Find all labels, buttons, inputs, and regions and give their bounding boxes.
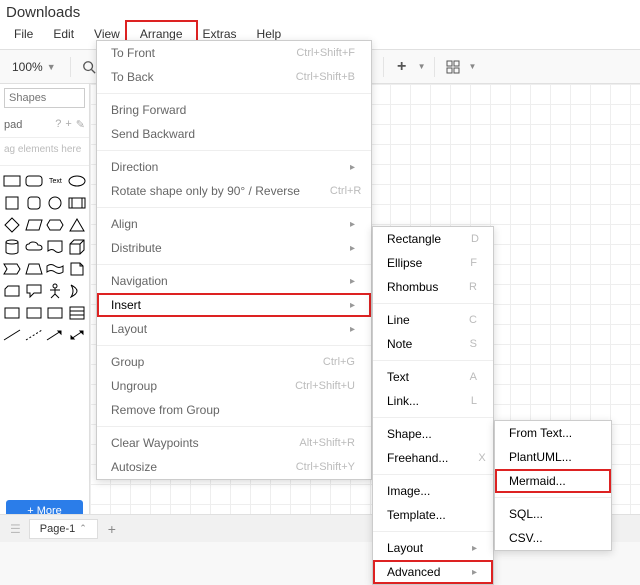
insert-shape[interactable]: Shape... bbox=[373, 422, 493, 446]
menu-file[interactable]: File bbox=[4, 23, 43, 45]
menu-insert[interactable]: Insert▸ bbox=[97, 293, 371, 317]
arrange-menu: To FrontCtrl+Shift+F To BackCtrl+Shift+B… bbox=[96, 40, 372, 480]
insert-layout[interactable]: Layout▸ bbox=[373, 536, 493, 560]
edit-icon[interactable]: ✎ bbox=[76, 118, 85, 131]
menu-bring-forward[interactable]: Bring Forward bbox=[97, 98, 371, 122]
shape-document[interactable] bbox=[46, 238, 66, 256]
chevron-down-icon: ▼ bbox=[469, 62, 477, 71]
shape-cloud[interactable] bbox=[24, 238, 44, 256]
shape-rect[interactable] bbox=[2, 172, 22, 190]
shape-or[interactable] bbox=[67, 282, 87, 300]
shape-rhombus[interactable] bbox=[2, 216, 22, 234]
tab-label: Page-1 bbox=[40, 523, 75, 535]
chevron-up-icon: ⌃ bbox=[79, 523, 87, 534]
shape-line[interactable] bbox=[2, 326, 22, 344]
menu-rotate[interactable]: Rotate shape only by 90° / ReverseCtrl+R bbox=[97, 179, 371, 203]
chevron-down-icon: ▼ bbox=[418, 62, 426, 71]
scratchpad-header[interactable]: pad ? + ✎ bbox=[0, 112, 89, 138]
shape-parallelogram[interactable] bbox=[24, 216, 44, 234]
menu-distribute[interactable]: Distribute▸ bbox=[97, 236, 371, 260]
tabs-menu-icon[interactable]: ☰ bbox=[6, 522, 25, 536]
chevron-down-icon: ▼ bbox=[47, 62, 56, 72]
shape-actor[interactable] bbox=[46, 282, 66, 300]
window-title: Downloads bbox=[0, 0, 640, 23]
shape-step[interactable] bbox=[2, 260, 22, 278]
menu-group[interactable]: GroupCtrl+G bbox=[97, 350, 371, 374]
insert-freehand[interactable]: Freehand...X bbox=[373, 446, 493, 470]
shape-cube[interactable] bbox=[67, 238, 87, 256]
shape-circle[interactable] bbox=[46, 194, 66, 212]
plus-icon[interactable]: + bbox=[65, 118, 71, 131]
shape-card[interactable] bbox=[2, 282, 22, 300]
menu-clear-waypoints[interactable]: Clear WaypointsAlt+Shift+R bbox=[97, 431, 371, 455]
shape-ellipse[interactable] bbox=[67, 172, 87, 190]
advanced-from-text[interactable]: From Text... bbox=[495, 421, 611, 445]
shape-text[interactable]: Text bbox=[46, 172, 66, 190]
shape-trapezoid[interactable] bbox=[24, 260, 44, 278]
shape-roundsquare[interactable] bbox=[24, 194, 44, 212]
shape-frame[interactable] bbox=[2, 304, 22, 322]
menu-layout[interactable]: Layout▸ bbox=[97, 317, 371, 341]
shape-process[interactable] bbox=[67, 194, 87, 212]
shape-list[interactable] bbox=[67, 304, 87, 322]
shape-arrow1[interactable] bbox=[46, 326, 66, 344]
insert-ellipse[interactable]: EllipseF bbox=[373, 251, 493, 275]
shape-palette: Text bbox=[0, 166, 89, 350]
insert-note[interactable]: NoteS bbox=[373, 332, 493, 356]
advanced-submenu: From Text... PlantUML... Mermaid... SQL.… bbox=[494, 420, 612, 551]
shape-arrow2[interactable] bbox=[67, 326, 87, 344]
shape-dashline[interactable] bbox=[24, 326, 44, 344]
zoom-dropdown[interactable]: 100% ▼ bbox=[6, 58, 62, 76]
menu-direction[interactable]: Direction▸ bbox=[97, 155, 371, 179]
shape-triangle[interactable] bbox=[67, 216, 87, 234]
shape-hexagon[interactable] bbox=[46, 216, 66, 234]
add-tab-button[interactable]: + bbox=[102, 521, 122, 537]
tab-page-1[interactable]: Page-1 ⌃ bbox=[29, 519, 98, 539]
shape-callout[interactable] bbox=[24, 282, 44, 300]
menu-autosize[interactable]: AutosizeCtrl+Shift+Y bbox=[97, 455, 371, 479]
menu-send-backward[interactable]: Send Backward bbox=[97, 122, 371, 146]
sidebar: pad ? + ✎ ag elements here Text bbox=[0, 84, 90, 540]
insert-line[interactable]: LineC bbox=[373, 308, 493, 332]
insert-submenu: RectangleD EllipseF RhombusR LineC NoteS… bbox=[372, 226, 494, 585]
menu-ungroup[interactable]: UngroupCtrl+Shift+U bbox=[97, 374, 371, 398]
scratchpad-hint: ag elements here bbox=[0, 138, 89, 166]
insert-rhombus[interactable]: RhombusR bbox=[373, 275, 493, 299]
shape-tape[interactable] bbox=[46, 260, 66, 278]
shape-note[interactable] bbox=[67, 260, 87, 278]
advanced-mermaid[interactable]: Mermaid... bbox=[495, 469, 611, 493]
grid-icon[interactable] bbox=[443, 57, 463, 77]
menu-edit[interactable]: Edit bbox=[43, 23, 84, 45]
shape-frame3[interactable] bbox=[46, 304, 66, 322]
insert-link[interactable]: Link...L bbox=[373, 389, 493, 413]
shape-frame2[interactable] bbox=[24, 304, 44, 322]
shape-square[interactable] bbox=[2, 194, 22, 212]
search-shapes-input[interactable] bbox=[4, 88, 85, 108]
zoom-value: 100% bbox=[12, 60, 43, 74]
menu-to-back[interactable]: To BackCtrl+Shift+B bbox=[97, 65, 371, 89]
advanced-sql[interactable]: SQL... bbox=[495, 502, 611, 526]
add-icon[interactable]: + bbox=[392, 57, 412, 77]
insert-advanced[interactable]: Advanced▸ bbox=[373, 560, 493, 584]
help-icon[interactable]: ? bbox=[55, 118, 61, 131]
menu-navigation[interactable]: Navigation▸ bbox=[97, 269, 371, 293]
insert-template[interactable]: Template... bbox=[373, 503, 493, 527]
insert-rectangle[interactable]: RectangleD bbox=[373, 227, 493, 251]
insert-text[interactable]: TextA bbox=[373, 365, 493, 389]
shape-cylinder[interactable] bbox=[2, 238, 22, 256]
menu-remove-from-group[interactable]: Remove from Group bbox=[97, 398, 371, 422]
menu-align[interactable]: Align▸ bbox=[97, 212, 371, 236]
advanced-plantuml[interactable]: PlantUML... bbox=[495, 445, 611, 469]
insert-image[interactable]: Image... bbox=[373, 479, 493, 503]
scratchpad-label: pad bbox=[4, 119, 22, 131]
shape-roundrect[interactable] bbox=[24, 172, 44, 190]
menu-to-front[interactable]: To FrontCtrl+Shift+F bbox=[97, 41, 371, 65]
advanced-csv[interactable]: CSV... bbox=[495, 526, 611, 550]
